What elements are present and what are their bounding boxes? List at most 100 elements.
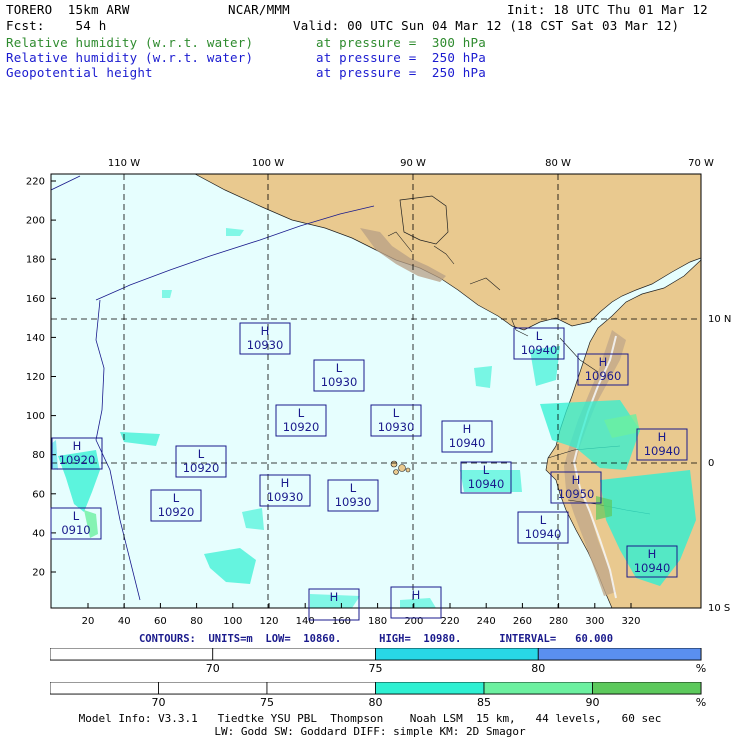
pressure-center-type: H [261, 324, 270, 338]
lat-label-0: 0 [708, 458, 714, 469]
right-latitude-labels: 10 N 0 10 S [708, 314, 731, 614]
colorbar-segment [49, 647, 214, 661]
lon-label-110w: 110 W [108, 158, 140, 169]
colorbar-segment [537, 647, 702, 661]
pressure-center-value: 10940 [449, 436, 486, 450]
x-tick-label: 140 [296, 616, 315, 627]
colorbar-300hpa: 70 75 80 85 90% [49, 681, 720, 713]
x-tick-label: 60 [154, 616, 167, 627]
pressure-center-type: H [73, 439, 82, 453]
pressure-center-type: H [572, 473, 581, 487]
contours-info: CONTOURS: UNITS=m LOW= 10860. HIGH= 1098… [138, 633, 614, 645]
pressure-center-value: 10930 [321, 375, 358, 389]
model-info-line: Model Info: V3.3.1 Tiedtke YSU PBL Thomp… [78, 712, 662, 725]
pressure-center-type: L [393, 406, 400, 420]
pressure-center-value: 10920 [158, 505, 195, 519]
colorbar-unit: % [696, 662, 706, 675]
pressure-center-type: L [540, 513, 547, 527]
x-tick-label: 160 [332, 616, 351, 627]
y-tick-label: 220 [26, 177, 45, 188]
y-tick-label: 80 [32, 450, 45, 461]
x-tick-label: 240 [477, 616, 496, 627]
lon-label-90w: 90 W [400, 158, 426, 169]
colorbar-segment [375, 647, 539, 661]
pressure-center-value: 0910 [61, 523, 90, 537]
x-tick-label: 40 [118, 616, 131, 627]
x-tick-label: 300 [585, 616, 604, 627]
y-tick-label: 160 [26, 294, 45, 305]
pressure-center-type: L [298, 406, 305, 420]
x-tick-label: 20 [82, 616, 95, 627]
pressure-center-type: L [350, 481, 357, 495]
pressure-center-value: 10920 [283, 420, 320, 434]
x-tick-label: 220 [440, 616, 459, 627]
colorbar-segment [49, 681, 159, 695]
colorbar-segment [483, 681, 593, 695]
colorbar-segment [592, 681, 702, 695]
pressure-center-type: H [463, 422, 472, 436]
pressure-center-type: L [198, 447, 205, 461]
colorbar-label: 70 [206, 662, 220, 675]
y-tick-label: 120 [26, 372, 45, 383]
pressure-center-value: 10930 [247, 338, 284, 352]
pressure-center-type: H [599, 355, 608, 369]
y-tick-label: 20 [32, 568, 45, 579]
lat-label-10n: 10 N [708, 314, 731, 325]
pressure-center-value: 10940 [521, 343, 558, 357]
pressure-center-value: 10960 [585, 369, 622, 383]
pressure-center-type: L [536, 329, 543, 343]
colorbar-label: 80 [369, 696, 383, 709]
x-tick-label: 100 [223, 616, 242, 627]
top-longitude-labels: 110 W 100 W 90 W 80 W 70 W [108, 158, 714, 169]
pressure-center-type: L [483, 463, 490, 477]
pressure-center-value: 10940 [525, 527, 562, 541]
physics-info-line: LW: Godd SW: Goddard DIFF: simple KM: 2D… [214, 725, 526, 738]
colorbar-label: 90 [585, 696, 599, 709]
colorbar-label: 70 [152, 696, 166, 709]
x-tick-label: 280 [549, 616, 568, 627]
pressure-center-type: L [173, 491, 180, 505]
pressure-center-value: 10920 [59, 453, 96, 467]
x-tick-label: 180 [368, 616, 387, 627]
lon-label-70w: 70 W [688, 158, 714, 169]
pressure-center-type: L [336, 361, 343, 375]
pressure-center-value: 10940 [644, 444, 681, 458]
colorbar-segment [266, 681, 376, 695]
colorbar-segment [212, 647, 376, 661]
pressure-center-type: H [412, 588, 421, 602]
x-tick-label: 120 [259, 616, 278, 627]
lat-label-10s: 10 S [708, 603, 730, 614]
pressure-center-value: 10940 [634, 561, 671, 575]
pressure-center-type: L [73, 509, 80, 523]
pressure-center-value: 10950 [558, 487, 595, 501]
lon-label-100w: 100 W [252, 158, 284, 169]
pressure-center-value: 10930 [335, 495, 372, 509]
colorbar-segment [375, 681, 485, 695]
y-tick-label: 200 [26, 216, 45, 227]
x-tick-label: 80 [190, 616, 203, 627]
y-tick-label: 140 [26, 333, 45, 344]
pressure-center-value: 10930 [378, 420, 415, 434]
y-tick-label: 60 [32, 489, 45, 500]
pressure-center-value: 10940 [468, 477, 505, 491]
weather-map: 110 W 100 W 90 W 80 W 70 W 10 N 0 10 S 2… [26, 158, 731, 627]
y-tick-label: 180 [26, 255, 45, 266]
colorbar-label: 75 [260, 696, 274, 709]
pressure-center-type: H [281, 476, 290, 490]
x-tick-label: 320 [621, 616, 640, 627]
colorbar-segment [158, 681, 268, 695]
y-tick-label: 40 [32, 528, 45, 539]
colorbar-unit: % [696, 696, 706, 709]
colorbar-label: 80 [531, 662, 545, 675]
y-tick-label: 100 [26, 411, 45, 422]
x-tick-label: 260 [513, 616, 532, 627]
pressure-center-type: H [658, 430, 667, 444]
pressure-center-type: H [330, 590, 339, 604]
colorbar-label: 85 [477, 696, 491, 709]
colorbar-250hpa: 70 75 80% [49, 647, 720, 679]
lon-label-80w: 80 W [545, 158, 571, 169]
pressure-center-value: 10920 [183, 461, 220, 475]
pressure-center-type: H [648, 547, 657, 561]
pressure-center-value: 10930 [267, 490, 304, 504]
colorbar-label: 75 [369, 662, 383, 675]
